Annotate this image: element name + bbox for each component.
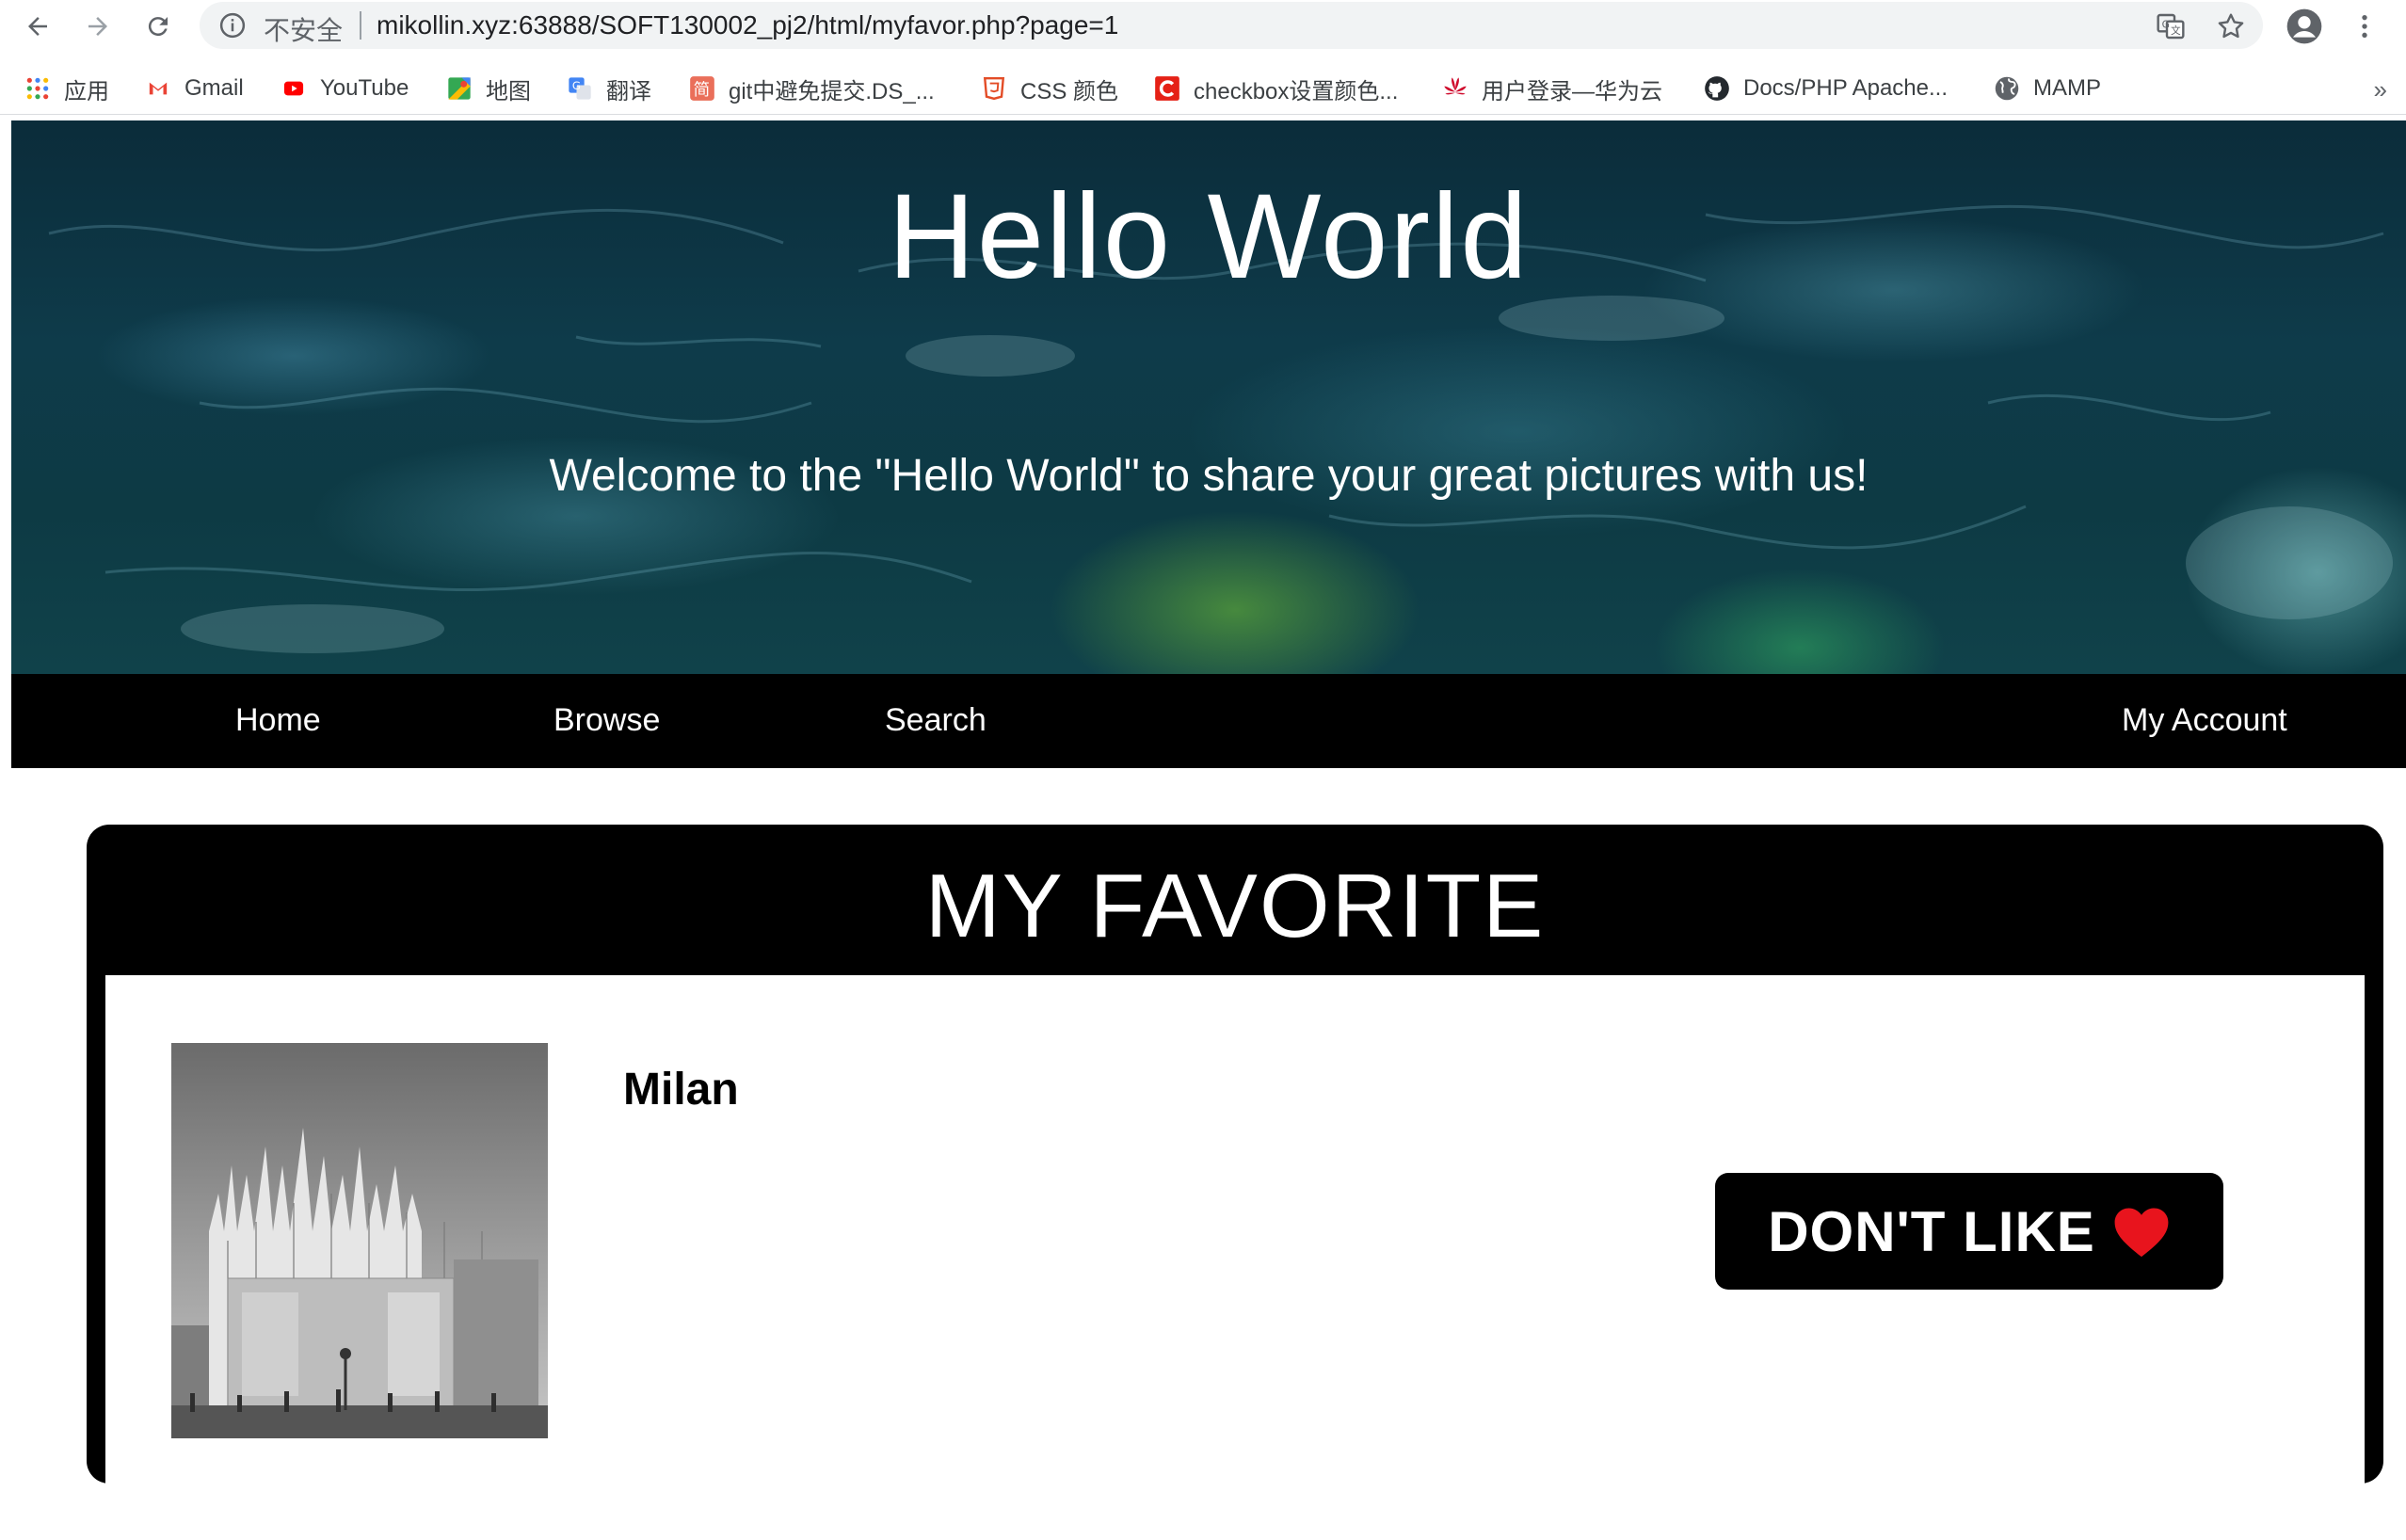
forward-button[interactable]	[77, 6, 119, 47]
hero-banner: Hello World Welcome to the "Hello World"…	[11, 120, 2406, 674]
security-label: 不安全	[264, 16, 344, 45]
bookmark-apps[interactable]: 应用	[24, 72, 109, 105]
bookmark-label: 用户登录—华为云	[1482, 78, 1662, 104]
translate-icon: G	[567, 75, 593, 102]
forward-arrow-icon	[88, 17, 107, 36]
bookmark-maps[interactable]: 地图	[446, 72, 531, 105]
browser-toolbar: 不安全 mikollin.xyz:63888/SOFT130002_pj2/ht…	[0, 0, 2406, 53]
jianshu-icon: 简	[689, 75, 715, 102]
bookmark-php-apache-docs[interactable]: Docs/PHP Apache...	[1704, 72, 1948, 105]
svg-text:简: 简	[694, 81, 711, 100]
reload-button[interactable]	[137, 6, 179, 47]
dont-like-label: DON'T LIKE	[1768, 1199, 2095, 1263]
gmail-icon	[145, 75, 171, 102]
favorite-title[interactable]: Milan	[623, 1064, 739, 1115]
heart-icon	[2114, 1208, 2169, 1258]
back-button[interactable]	[17, 6, 58, 47]
globe-icon	[1994, 75, 2020, 102]
favorite-photo-milan[interactable]	[171, 1043, 548, 1438]
bookmark-label: 翻译	[606, 78, 651, 104]
svg-text:G: G	[2162, 18, 2170, 30]
url-text[interactable]: mikollin.xyz:63888/SOFT130002_pj2/html/m…	[377, 10, 1118, 40]
bookmark-label: YouTube	[320, 75, 409, 101]
nav-browse[interactable]: Browse	[553, 702, 660, 739]
bookmark-label: CSS 颜色	[1020, 78, 1119, 104]
huawei-icon	[1442, 75, 1468, 102]
svg-text:G: G	[572, 79, 581, 92]
bookmark-huawei-cloud[interactable]: 用户登录—华为云	[1442, 72, 1662, 105]
kebab-menu-icon	[2362, 15, 2367, 38]
back-arrow-icon	[28, 17, 47, 36]
nav-home[interactable]: Home	[235, 702, 321, 739]
bookmark-label: Gmail	[184, 75, 244, 101]
bookmark-star-icon[interactable]	[2216, 11, 2246, 41]
address-bar[interactable]: 不安全 mikollin.xyz:63888/SOFT130002_pj2/ht…	[200, 2, 2263, 49]
bookmark-label: git中避免提交.DS_...	[729, 78, 935, 104]
reload-icon	[148, 17, 168, 37]
site-tagline: Welcome to the "Hello World" to share yo…	[549, 451, 1869, 501]
html-shield-icon	[981, 75, 1007, 102]
account-avatar-icon	[2286, 8, 2322, 44]
maps-icon	[446, 75, 473, 102]
youtube-icon	[281, 75, 307, 102]
page-title: MY FAVORITE	[924, 856, 1546, 956]
bookmark-label: 应用	[64, 78, 109, 104]
favorites-panel: MY FAVORITE Milan DON'T LIKE	[87, 825, 2383, 1540]
main-nav: Home Browse Search My Account	[11, 674, 2406, 768]
apps-grid-icon	[24, 75, 51, 102]
bookmark-gmail[interactable]: Gmail	[145, 72, 244, 105]
bookmark-label: MAMP	[2033, 75, 2101, 101]
nav-search[interactable]: Search	[885, 702, 986, 739]
site-title: Hello World	[888, 169, 1530, 304]
translate-page-icon[interactable]: G 文	[2156, 11, 2186, 41]
csdn-icon	[1154, 75, 1180, 102]
menu-button[interactable]	[2344, 6, 2385, 47]
bookmark-checkbox[interactable]: checkbox设置颜色...	[1154, 72, 1398, 105]
bookmark-label: checkbox设置颜色...	[1194, 78, 1399, 104]
favorites-list: Milan DON'T LIKE	[105, 975, 2365, 1540]
milan-cathedral-image	[171, 1043, 548, 1438]
svg-text:文: 文	[2171, 24, 2181, 37]
bookmark-css-colors[interactable]: CSS 颜色	[981, 72, 1118, 105]
dont-like-button[interactable]: DON'T LIKE	[1715, 1173, 2223, 1290]
bookmark-jianshu[interactable]: 简 git中避免提交.DS_...	[689, 72, 935, 105]
url-divider	[360, 11, 361, 40]
github-icon	[1704, 75, 1730, 102]
info-icon[interactable]	[218, 11, 247, 40]
profile-button[interactable]	[2284, 6, 2325, 47]
bookmark-label: 地图	[486, 78, 531, 104]
bookmark-translate[interactable]: G 翻译	[567, 72, 651, 105]
bookmark-youtube[interactable]: YouTube	[281, 72, 409, 105]
bookmark-mamp[interactable]: MAMP	[1994, 72, 2101, 105]
bookmarks-bar: 应用 Gmail YouTube 地图 G 翻译 简 git中避免提交.DS_.…	[0, 62, 2406, 115]
more-bookmarks-chevron-icon[interactable]: »	[2374, 75, 2387, 104]
bookmark-label: Docs/PHP Apache...	[1743, 75, 1949, 101]
nav-my-account[interactable]: My Account	[2122, 702, 2287, 739]
